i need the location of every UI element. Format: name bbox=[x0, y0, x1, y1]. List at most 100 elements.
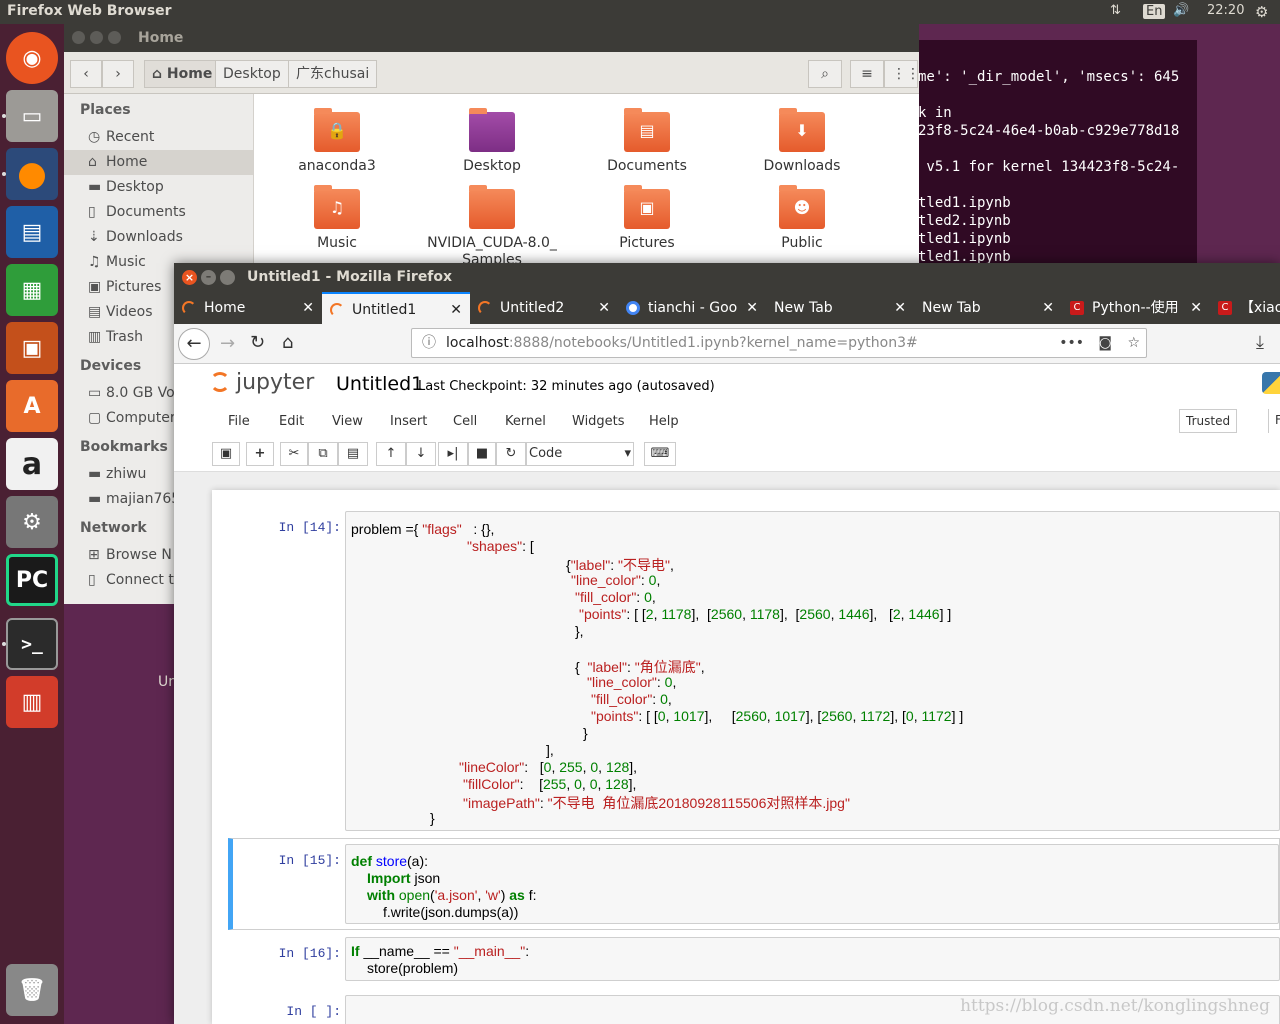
file-item-desktop[interactable]: Desktop bbox=[417, 108, 567, 174]
downloads-icon[interactable]: ⤓ bbox=[1256, 332, 1264, 353]
power-gear-icon[interactable]: ⚙ bbox=[1255, 3, 1268, 21]
calc-icon[interactable]: ▦ bbox=[6, 264, 58, 316]
close-tab-icon[interactable]: ✕ bbox=[598, 292, 610, 324]
code-input[interactable]: problem ={ "flags" : {}, "shapes": [ {"l… bbox=[345, 511, 1280, 831]
minimize-icon[interactable] bbox=[90, 31, 103, 44]
page-actions-icon[interactable]: ••• bbox=[1059, 329, 1084, 357]
forward-button[interactable]: → bbox=[220, 333, 235, 354]
tab-untitled2[interactable]: Untitled2 ✕ bbox=[470, 292, 618, 324]
files-icon[interactable]: ▭ bbox=[6, 90, 58, 142]
sidebar-item-desktop[interactable]: ▬ Desktop bbox=[88, 179, 164, 195]
save-icon[interactable]: ▣ bbox=[212, 442, 240, 466]
breadcrumb-home[interactable]: ⌂ Home bbox=[144, 60, 221, 88]
menu-file[interactable]: File bbox=[228, 414, 250, 429]
sidebar-item-recent[interactable]: ◷ Recent bbox=[88, 129, 154, 145]
code-input[interactable]: If __name__ == "__main__": store(problem… bbox=[345, 937, 1280, 981]
sidebar-item-browse-network[interactable]: ⊞ Browse N bbox=[88, 547, 172, 563]
sidebar-item-bookmark[interactable]: ▬ zhiwu bbox=[88, 466, 146, 482]
file-item-documents[interactable]: ▤ Documents bbox=[572, 108, 722, 174]
close-icon[interactable]: × bbox=[182, 270, 197, 285]
system-monitor-icon[interactable]: ▥ bbox=[6, 676, 58, 728]
code-cell[interactable]: In [16]: If __name__ == "__main__": stor… bbox=[228, 936, 1280, 986]
forward-button[interactable]: › bbox=[102, 60, 134, 88]
paste-icon[interactable]: ▤ bbox=[338, 442, 368, 466]
close-icon[interactable] bbox=[72, 31, 85, 44]
ubuntu-dash-icon[interactable]: ◉ bbox=[6, 32, 58, 84]
terminal-icon[interactable]: >_ bbox=[6, 618, 58, 670]
tab-csdn-partial[interactable]: C 【xiao bbox=[1210, 292, 1280, 324]
sidebar-item-music[interactable]: ♫ Music bbox=[88, 254, 146, 270]
bookmark-star-icon[interactable]: ☆ bbox=[1127, 329, 1140, 357]
back-button[interactable]: ‹ bbox=[70, 60, 102, 88]
back-button[interactable]: ← bbox=[178, 328, 210, 360]
copy-icon[interactable]: ⧉ bbox=[308, 442, 338, 466]
tab-home[interactable]: Home ✕ bbox=[174, 292, 322, 324]
keyboard-layout-indicator[interactable]: En bbox=[1143, 4, 1166, 19]
sidebar-item-videos[interactable]: ▤ Videos bbox=[88, 304, 153, 320]
sidebar-item-bookmark[interactable]: ▬ majian765 bbox=[88, 491, 180, 507]
menu-kernel[interactable]: Kernel bbox=[505, 414, 546, 429]
amazon-icon[interactable]: a bbox=[6, 438, 58, 490]
code-input[interactable]: def store(a): Import json with open('a.j… bbox=[345, 844, 1279, 924]
file-item-music[interactable]: ♫ Music bbox=[262, 185, 412, 251]
sidebar-item-trash[interactable]: ▥ Trash bbox=[88, 329, 143, 345]
close-tab-icon[interactable]: ✕ bbox=[746, 292, 758, 324]
tab-tianchi[interactable]: tianchi - Goo ✕ bbox=[618, 292, 766, 324]
close-tab-icon[interactable]: ✕ bbox=[894, 292, 906, 324]
insert-cell-icon[interactable]: + bbox=[246, 442, 274, 466]
keyboard-icon[interactable]: ⌨ bbox=[644, 442, 676, 466]
menu-widgets[interactable]: Widgets bbox=[572, 414, 625, 429]
hamburger-menu-icon[interactable]: ≡ bbox=[850, 60, 884, 88]
sidebar-item-documents[interactable]: ▯ Documents bbox=[88, 204, 186, 220]
impress-icon[interactable]: ▣ bbox=[6, 322, 58, 374]
software-center-icon[interactable]: A bbox=[6, 380, 58, 432]
close-tab-icon[interactable]: ✕ bbox=[450, 294, 462, 324]
cell-type-select[interactable]: Code ▾ bbox=[526, 442, 634, 466]
breadcrumb-desktop[interactable]: Desktop bbox=[215, 60, 289, 88]
stop-icon[interactable]: ■ bbox=[468, 442, 496, 466]
firefox-icon[interactable]: ● bbox=[6, 148, 58, 200]
breadcrumb-folder[interactable]: 广东chusai bbox=[288, 60, 378, 88]
menu-cell[interactable]: Cell bbox=[453, 414, 477, 429]
notebook-name[interactable]: Untitled1 bbox=[336, 373, 423, 395]
file-item-public[interactable]: ☻ Public bbox=[727, 185, 877, 251]
sidebar-item-downloads[interactable]: ⇣ Downloads bbox=[88, 229, 183, 245]
sidebar-item-computer[interactable]: ▢ Computer bbox=[88, 410, 176, 426]
close-tab-icon[interactable]: ✕ bbox=[302, 292, 314, 324]
code-cell[interactable]: In [14]: problem ={ "flags" : {}, "shape… bbox=[228, 504, 1280, 832]
volume-icon[interactable]: 🔊 bbox=[1173, 3, 1189, 18]
search-icon[interactable]: ⌕ bbox=[808, 60, 842, 88]
trash-icon[interactable]: 🗑 bbox=[6, 964, 58, 1016]
sidebar-item-connect-server[interactable]: ▯ Connect t bbox=[88, 572, 174, 588]
close-tab-icon[interactable]: ✕ bbox=[1190, 292, 1202, 324]
tab-python-csdn[interactable]: C Python--使用 ✕ bbox=[1062, 292, 1210, 324]
system-settings-icon[interactable]: ⚙ bbox=[6, 496, 58, 548]
pycharm-icon[interactable]: PC bbox=[6, 554, 58, 606]
url-bar[interactable]: ⓘ localhost:8888/notebooks/Untitled1.ipy… bbox=[411, 328, 1147, 358]
network-icon[interactable]: ⇅ bbox=[1110, 3, 1121, 18]
sidebar-item-volume[interactable]: ▭ 8.0 GB Vol bbox=[88, 385, 179, 401]
reload-icon[interactable]: ↻ bbox=[250, 332, 265, 353]
sidebar-item-pictures[interactable]: ▣ Pictures bbox=[88, 279, 161, 295]
clock[interactable]: 22:20 bbox=[1207, 3, 1244, 18]
cut-icon[interactable]: ✂ bbox=[280, 442, 308, 466]
tab-untitled1[interactable]: Untitled1 ✕ bbox=[322, 292, 470, 324]
writer-icon[interactable]: ▤ bbox=[6, 206, 58, 258]
trusted-indicator[interactable]: Trusted bbox=[1179, 409, 1238, 433]
jupyter-logo-icon[interactable] bbox=[210, 372, 230, 392]
close-tab-icon[interactable]: ✕ bbox=[1042, 292, 1054, 324]
menu-help[interactable]: Help bbox=[649, 414, 679, 429]
tab-new-tab[interactable]: New Tab ✕ bbox=[766, 292, 914, 324]
menu-view[interactable]: View bbox=[332, 414, 363, 429]
move-up-icon[interactable]: ↑ bbox=[376, 442, 406, 466]
kernel-indicator[interactable]: F bbox=[1268, 409, 1280, 433]
terminal-window[interactable]: me': '_dir_model', 'msecs': 645 k in 23f… bbox=[900, 40, 1197, 270]
file-item-pictures[interactable]: ▣ Pictures bbox=[572, 185, 722, 251]
tab-new-tab[interactable]: New Tab ✕ bbox=[914, 292, 1062, 324]
menu-edit[interactable]: Edit bbox=[279, 414, 304, 429]
code-cell-selected[interactable]: In [15]: def store(a): Import json with … bbox=[228, 838, 1280, 930]
maximize-icon[interactable] bbox=[220, 270, 235, 285]
jupyter-logo-text[interactable]: jupyter bbox=[236, 370, 314, 395]
menu-insert[interactable]: Insert bbox=[390, 414, 427, 429]
file-item-nvidia-cuda[interactable]: NVIDIA_CUDA-8.0_ Samples bbox=[417, 185, 567, 269]
